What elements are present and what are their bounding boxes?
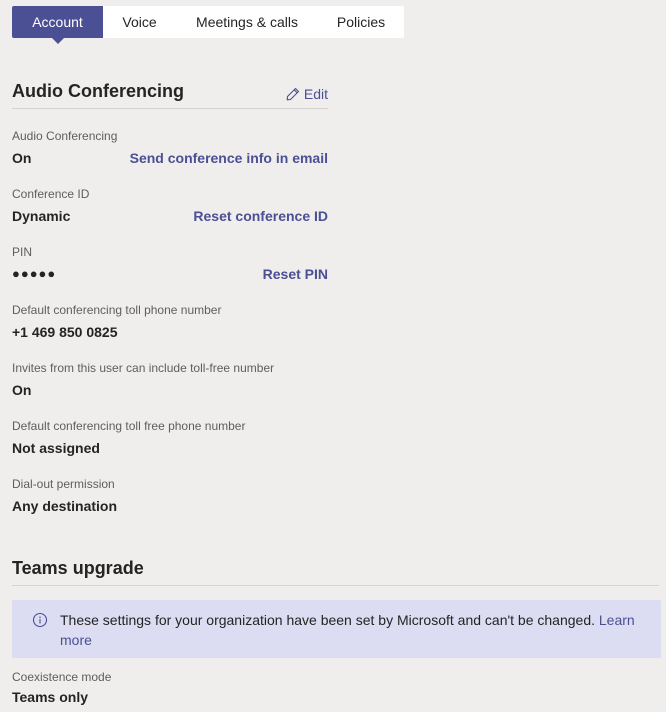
- field-label: Invites from this user can include toll-…: [12, 361, 275, 375]
- field-value: On: [12, 382, 32, 398]
- field-label: PIN: [12, 245, 33, 259]
- reset-pin-link[interactable]: Reset PIN: [263, 265, 328, 283]
- teams-upgrade-title: Teams upgrade: [12, 558, 144, 578]
- edit-label: Edit: [303, 86, 328, 102]
- banner-text: These settings for your organization hav…: [60, 612, 595, 628]
- teams-upgrade-header: Teams upgrade: [12, 555, 659, 586]
- field-value: +1 469 850 0825: [12, 324, 118, 340]
- field-label: Dial-out permission: [12, 477, 115, 491]
- tab-account[interactable]: Account: [12, 6, 103, 44]
- user-settings-page: Account Voice Meetings & calls Policies …: [0, 0, 666, 712]
- field-toll-free-number: Default conferencing toll free phone num…: [12, 418, 328, 457]
- field-label: Audio Conferencing: [12, 129, 118, 143]
- field-value: Dynamic: [12, 208, 71, 224]
- audio-conferencing-header: Audio Conferencing Edit: [12, 78, 328, 109]
- field-value: Any destination: [12, 498, 118, 514]
- field-toll-number: Default conferencing toll phone number +…: [12, 302, 328, 341]
- pencil-icon: [286, 87, 299, 101]
- field-label: Conference ID: [12, 187, 90, 201]
- tab-policies[interactable]: Policies: [318, 6, 404, 38]
- pin-masked-value: ●●●●●: [12, 266, 57, 281]
- field-audio-conferencing: Audio Conferencing On Send conference in…: [12, 128, 328, 167]
- field-label: Default conferencing toll phone number: [12, 303, 222, 317]
- tab-bar: Account Voice Meetings & calls Policies: [12, 6, 404, 44]
- field-label: Default conferencing toll free phone num…: [12, 419, 246, 433]
- audio-conferencing-title: Audio Conferencing: [12, 81, 184, 101]
- reset-conference-id-link[interactable]: Reset conference ID: [193, 207, 328, 225]
- field-conference-id: Conference ID Dynamic Reset conference I…: [12, 186, 328, 225]
- field-toll-free-invites: Invites from this user can include toll-…: [12, 360, 328, 399]
- tab-voice[interactable]: Voice: [103, 6, 176, 38]
- tab-meetings-and-calls[interactable]: Meetings & calls: [176, 6, 318, 38]
- send-conference-info-link[interactable]: Send conference info in email: [130, 149, 328, 167]
- info-icon: [32, 612, 48, 628]
- field-label: Coexistence mode: [12, 670, 112, 684]
- field-value: On: [12, 150, 32, 166]
- banner-message: These settings for your organization hav…: [60, 610, 641, 658]
- field-dial-out-permission: Dial-out permission Any destination: [12, 476, 328, 515]
- field-coexistence-mode: Coexistence mode Teams only: [12, 669, 328, 706]
- field-value: Teams only: [12, 689, 88, 705]
- field-pin: PIN ●●●●● Reset PIN: [12, 244, 328, 283]
- info-banner: These settings for your organization hav…: [12, 600, 661, 658]
- edit-button[interactable]: Edit: [286, 86, 328, 108]
- field-value: Not assigned: [12, 440, 100, 456]
